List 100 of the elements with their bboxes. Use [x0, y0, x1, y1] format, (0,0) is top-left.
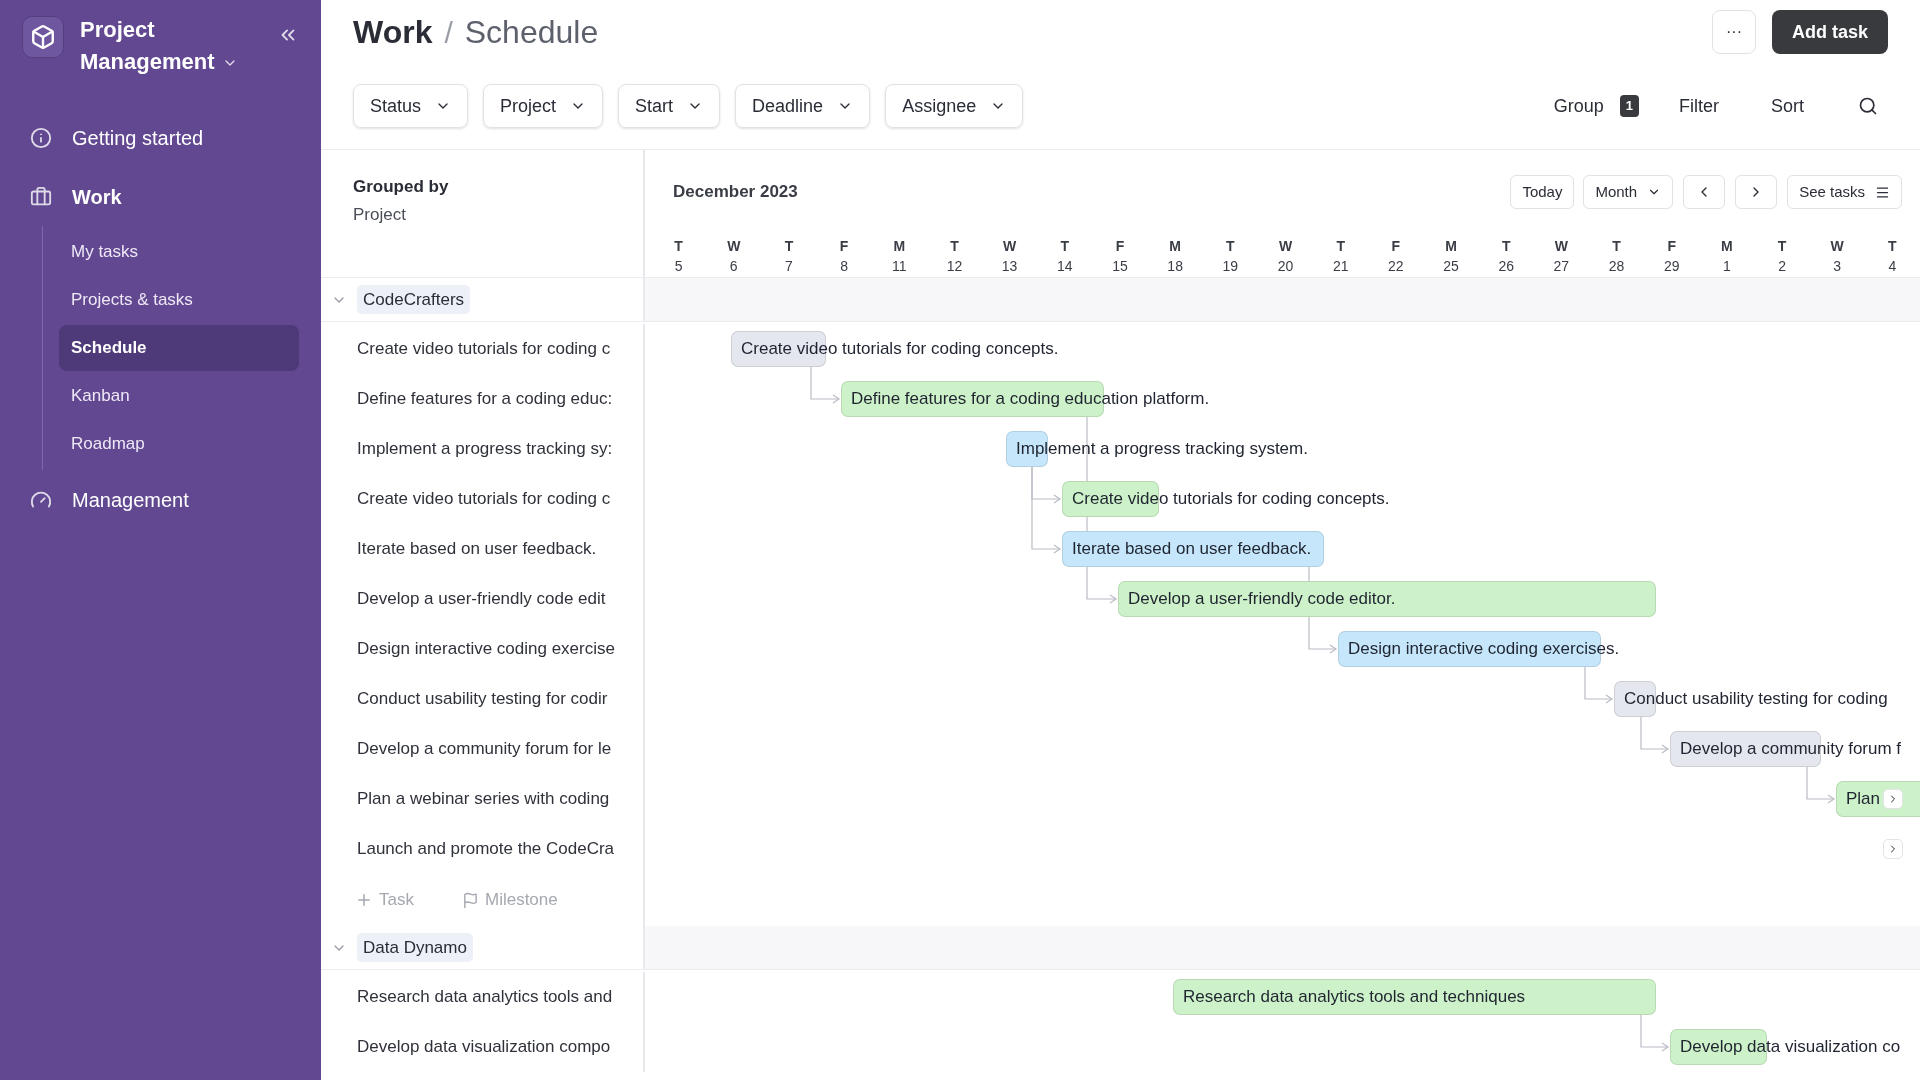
task-bar[interactable]: Iterate based on user feedback. — [1062, 531, 1324, 567]
breadcrumb-separator: / — [444, 14, 453, 51]
breadcrumb-section[interactable]: Work — [353, 8, 433, 56]
date-label: 12 — [946, 257, 963, 276]
group-name[interactable]: CodeCrafters — [357, 284, 471, 315]
task-bar[interactable]: Develop a user-friendly code editor. — [1118, 581, 1656, 617]
weekday-label: W — [1278, 237, 1293, 256]
task-bar[interactable]: Create video tutorials for coding concepts. — [731, 331, 1059, 367]
group-count-badge: 1 — [1619, 95, 1639, 117]
task-name[interactable]: Conduct usability testing for codir — [357, 689, 608, 709]
group-button[interactable]: Group — [1547, 92, 1610, 120]
nav-subitem[interactable]: Projects & tasks — [59, 277, 299, 323]
weekday-label: T — [1888, 237, 1897, 256]
nav-subitem[interactable]: Schedule — [59, 325, 299, 371]
task-name[interactable]: Create video tutorials for coding c — [357, 489, 611, 509]
see-tasks-button[interactable]: See tasks — [1787, 175, 1902, 209]
weekday-label: T — [1501, 237, 1511, 256]
nav-subitem[interactable]: My tasks — [59, 229, 299, 275]
task-name[interactable]: Iterate based on user feedback. — [357, 539, 597, 559]
nav-subitem[interactable]: Roadmap — [59, 421, 299, 467]
date-label: 6 — [729, 257, 738, 276]
task-bar[interactable]: Create video tutorials for coding concepts. — [1062, 481, 1390, 517]
nav-subitem[interactable]: Kanban — [59, 373, 299, 419]
grouped-by-title: Grouped by — [353, 176, 450, 198]
connector-arrow — [1640, 716, 1670, 754]
weekday-label: F — [1391, 237, 1401, 256]
task-name[interactable]: Develop a user-friendly code edit — [357, 589, 606, 609]
task-name[interactable]: Research data analytics tools and — [357, 987, 613, 1007]
task-name[interactable]: Launch and promote the CodeCra — [357, 839, 615, 859]
nav-item[interactable]: Getting started — [72, 122, 204, 153]
filter-dropdown[interactable]: Project — [483, 84, 604, 128]
sort-button[interactable]: Sort — [1771, 92, 1804, 120]
filter-dropdown[interactable]: Start — [618, 84, 721, 128]
connector-arrow — [1640, 1014, 1670, 1052]
date-label: 5 — [674, 257, 683, 276]
filter-dropdown[interactable]: Assignee — [885, 84, 1024, 128]
weekday-label: T — [784, 237, 794, 256]
task-bar[interactable]: Develop data visualization co — [1670, 1029, 1901, 1065]
date-label: 18 — [1167, 257, 1183, 276]
weekday-label: F — [1667, 237, 1676, 256]
search-icon[interactable] — [1858, 96, 1878, 116]
workspace-switcher[interactable]: Project Management — [80, 14, 260, 78]
weekday-label: T — [950, 237, 959, 256]
filter-dropdown[interactable]: Deadline — [735, 84, 871, 128]
task-bar[interactable]: Research data analytics tools and techniques — [1173, 979, 1656, 1015]
nav-item[interactable]: Work — [72, 181, 122, 212]
task-name[interactable]: Develop a community forum for le — [357, 739, 612, 759]
weekday-label: W — [1554, 237, 1568, 256]
connector-arrow — [810, 366, 841, 404]
weekday-label: W — [1003, 237, 1017, 256]
task-name[interactable]: Plan a webinar series with coding — [357, 789, 610, 809]
scroll-right-button[interactable] — [1883, 839, 1903, 859]
filter-button[interactable]: Filter — [1679, 92, 1719, 120]
date-label: 20 — [1277, 257, 1294, 276]
filter-dropdown[interactable]: Status — [353, 84, 469, 128]
today-button[interactable]: Today — [1510, 175, 1575, 209]
flag-icon — [461, 891, 479, 909]
date-label: 26 — [1498, 257, 1514, 276]
task-bar[interactable]: Implement a progress tracking system. — [1006, 431, 1308, 467]
task-name[interactable]: Develop data visualization compo — [357, 1037, 611, 1057]
task-name[interactable]: Design interactive coding exercise — [357, 639, 615, 659]
date-label: 7 — [785, 257, 793, 276]
task-name[interactable]: Implement a progress tracking sy: — [357, 439, 613, 459]
app-logo-icon — [22, 16, 64, 58]
connector-arrow — [1806, 766, 1836, 804]
date-label: 22 — [1388, 257, 1404, 276]
page-title: Schedule — [464, 13, 599, 52]
grouped-by-value[interactable]: Project — [353, 201, 643, 227]
briefcase-icon — [30, 185, 52, 208]
weekday-label: M — [1169, 237, 1181, 256]
view-dropdown[interactable]: Month — [1583, 175, 1674, 209]
weekday-label: T — [674, 237, 683, 256]
weekday-label: W — [727, 237, 741, 256]
date-label: 19 — [1222, 257, 1239, 276]
weekday-label: W — [1830, 237, 1844, 256]
date-label: 3 — [1833, 257, 1842, 276]
task-bar[interactable]: Conduct usability testing for coding — [1614, 681, 1888, 717]
task-name[interactable]: Create video tutorials for coding c — [357, 339, 611, 359]
weekday-label: T — [1060, 237, 1070, 256]
date-label: 2 — [1778, 257, 1786, 276]
date-label: 25 — [1443, 257, 1459, 276]
date-label: 1 — [1723, 257, 1731, 276]
weekday-label: F — [839, 237, 849, 256]
weekday-label: T — [1226, 237, 1235, 256]
weekday-label: M — [1721, 237, 1733, 256]
date-label: 13 — [1001, 257, 1018, 276]
date-label: 27 — [1553, 257, 1570, 276]
list-icon — [1875, 184, 1890, 200]
add-task-button[interactable]: Add task — [1771, 10, 1888, 54]
task-name[interactable]: Define features for a coding educ: — [357, 389, 613, 409]
date-label: 14 — [1057, 257, 1073, 276]
info-icon — [30, 126, 52, 149]
nav-item[interactable]: Management — [72, 484, 189, 515]
scroll-right-button[interactable] — [1883, 789, 1903, 809]
more-button[interactable]: ··· — [1711, 10, 1756, 54]
weekday-label: T — [1336, 237, 1345, 256]
group-name[interactable]: Data Dynamo — [357, 932, 473, 963]
date-label: 15 — [1112, 257, 1128, 276]
date-label: 8 — [840, 257, 848, 276]
weekday-label: F — [1115, 237, 1125, 256]
